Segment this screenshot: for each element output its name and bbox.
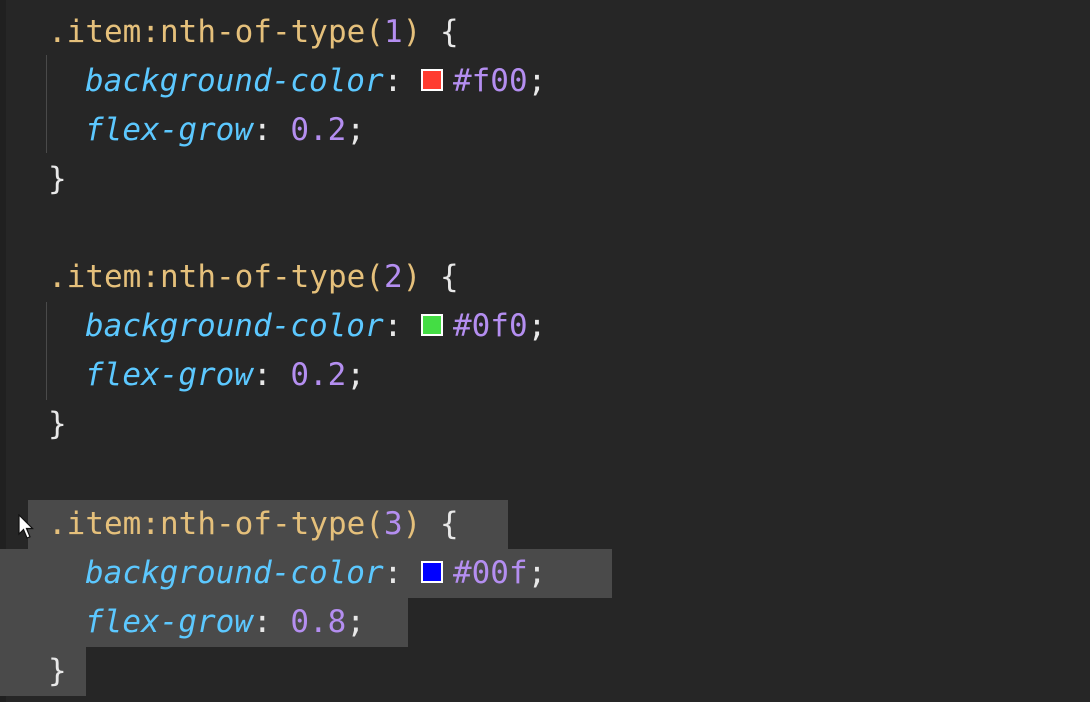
css-index: 2 [383,259,403,295]
selection-line-4 [0,647,86,696]
close-brace: } [48,406,67,442]
code-line-8[interactable]: flex-grow: 0.2; [85,351,365,400]
color-swatch-icon[interactable] [420,560,443,583]
code-line-13[interactable]: flex-grow: 0.8; [85,598,365,647]
code-line-1[interactable]: .item:nth-of-type(1) { [48,8,459,57]
css-value: 0.2 [290,112,347,148]
semicolon: ; [346,604,365,640]
colon: : [383,555,403,591]
css-value: 0.2 [290,357,347,393]
css-pseudo-class: :nth-of-type( [141,14,384,50]
code-line-11[interactable]: .item:nth-of-type(3) { [48,500,459,549]
css-property: background-color [85,555,384,591]
colon: : [252,604,272,640]
css-property: flex-grow [85,357,253,393]
css-value: #f00 [452,63,528,99]
code-line-14[interactable]: } [48,647,67,696]
indent-guide-2 [46,302,47,400]
css-value: #00f [452,555,528,591]
css-property: background-color [85,308,384,344]
css-index: 1 [383,14,403,50]
code-line-7[interactable]: background-color: #0f0; [85,302,546,351]
css-property: flex-grow [85,112,253,148]
css-close-paren: ) [402,506,422,542]
css-pseudo-class: :nth-of-type( [141,259,384,295]
semicolon: ; [527,308,547,344]
css-selector: .item [48,506,142,542]
open-brace: { [421,14,459,50]
open-brace: { [421,259,459,295]
colon: : [383,63,403,99]
code-line-3[interactable]: flex-grow: 0.2; [85,106,365,155]
css-index: 3 [383,506,403,542]
color-swatch-icon[interactable] [420,68,443,91]
css-value: #0f0 [452,308,528,344]
colon: : [252,112,272,148]
colon: : [383,308,403,344]
code-line-2[interactable]: background-color: #f00; [85,57,546,106]
semicolon: ; [527,555,547,591]
css-selector: .item [48,14,142,50]
semicolon: ; [346,357,365,393]
code-line-9[interactable]: } [48,400,67,449]
css-property: flex-grow [85,604,253,640]
css-close-paren: ) [402,259,422,295]
css-property: background-color [85,63,384,99]
colon: : [252,357,272,393]
color-swatch-icon[interactable] [420,313,443,336]
css-close-paren: ) [402,14,422,50]
code-line-4[interactable]: } [48,155,67,204]
indent-guide-3 [46,549,47,647]
css-selector: .item [48,259,142,295]
open-brace: { [421,506,459,542]
indent-guide-1 [46,55,47,153]
semicolon: ; [346,112,365,148]
close-brace: } [48,653,67,689]
css-pseudo-class: :nth-of-type( [141,506,384,542]
code-line-12[interactable]: background-color: #00f; [85,549,546,598]
code-line-6[interactable]: .item:nth-of-type(2) { [48,253,459,302]
semicolon: ; [527,63,547,99]
close-brace: } [48,161,67,197]
css-value: 0.8 [290,604,347,640]
code-editor[interactable]: .item:nth-of-type(1) { background-color:… [0,0,1090,702]
